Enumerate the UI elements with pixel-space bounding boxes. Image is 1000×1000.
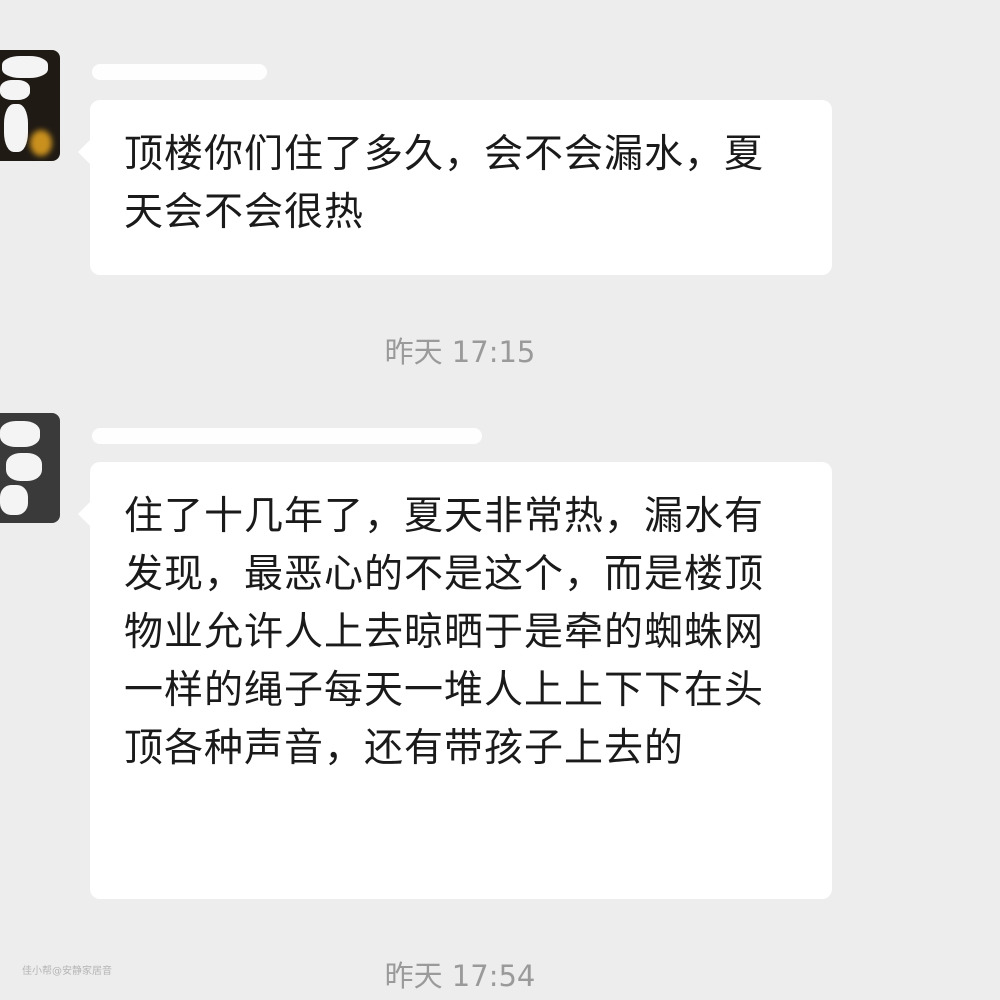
avatar-blur (0, 485, 28, 515)
message-bubble[interactable]: 顶楼你们住了多久，会不会漏水，夏天会不会很热 (78, 100, 832, 275)
avatar[interactable] (0, 413, 60, 523)
avatar-blur (0, 80, 30, 100)
avatar-blur (2, 56, 48, 78)
avatar-light (30, 130, 52, 156)
timestamp: 昨天 17:54 (384, 959, 536, 993)
timestamp: 昨天 17:15 (384, 335, 536, 369)
avatar[interactable] (0, 50, 60, 161)
chat-view: 顶楼你们住了多久，会不会漏水，夏天会不会很热 昨天 17:15 住了十几年了，夏… (0, 0, 1000, 1000)
avatar-blur (0, 421, 40, 447)
message-text: 顶楼你们住了多久，会不会漏水，夏天会不会很热 (124, 132, 765, 235)
message-bubble[interactable]: 住了十几年了，夏天非常热，漏水有发现，最恶心的不是这个，而是楼顶物业允许人上去晾… (78, 462, 832, 899)
avatar-blur (4, 104, 28, 152)
sender-name-redacted (92, 64, 267, 80)
sender-name-redacted (92, 428, 482, 444)
avatar-blur (6, 453, 42, 481)
watermark: 佳小帮@安静家居音 (22, 966, 112, 977)
message-text: 住了十几年了，夏天非常热，漏水有发现，最恶心的不是这个，而是楼顶物业允许人上去晾… (124, 494, 765, 771)
